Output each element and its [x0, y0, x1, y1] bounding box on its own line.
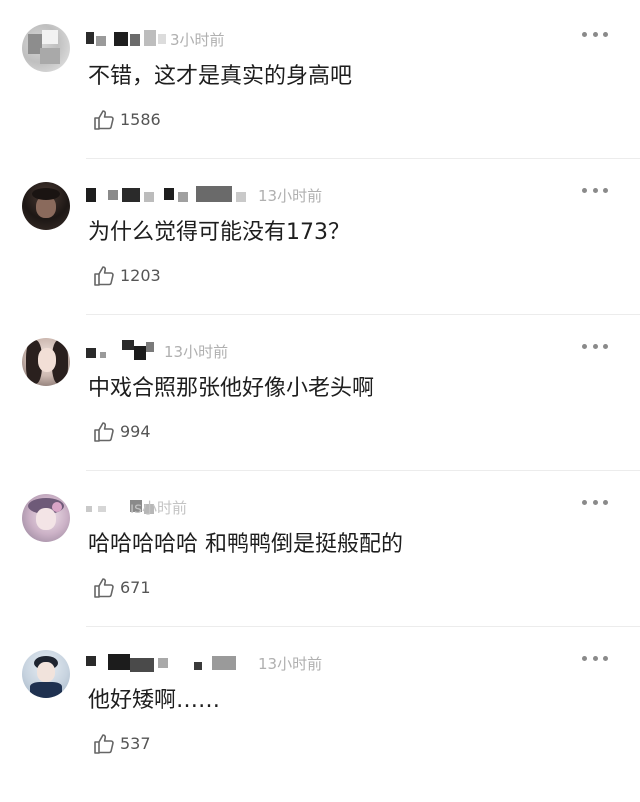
comment-item: 13小时前 为什么觉得可能没有173？ 1203 [0, 178, 640, 334]
thumbs-up-icon [94, 266, 114, 286]
like-button[interactable]: 1586 [92, 108, 161, 132]
divider [86, 314, 640, 315]
like-count: 994 [120, 422, 151, 441]
comment-item: 3小时前 不错，这才是真实的身高吧 1586 [0, 22, 640, 178]
avatar[interactable] [22, 494, 70, 542]
like-button[interactable]: 537 [92, 732, 151, 756]
divider [86, 470, 640, 471]
comment-timestamp: 13小时前 [258, 655, 323, 673]
comment-timestamp: 3小时前 [170, 31, 225, 49]
thumbs-up-icon [94, 578, 114, 598]
avatar[interactable] [22, 338, 70, 386]
thumbs-up-icon [94, 734, 114, 754]
like-count: 671 [120, 578, 151, 597]
comment-text: 他好矮啊…… [88, 688, 221, 713]
divider [86, 158, 640, 159]
more-options-icon[interactable] [582, 500, 608, 506]
like-count: 537 [120, 734, 151, 753]
username-blurred[interactable] [86, 184, 256, 206]
more-options-icon[interactable] [582, 344, 608, 350]
more-options-icon[interactable] [582, 656, 608, 662]
comment-timestamp: 13小时前 [258, 187, 323, 205]
comment-item: 13小时前 中戏合照那张他好像小老头啊 994 [0, 334, 640, 490]
comment-item: ıs小时前 哈哈哈哈哈 和鸭鸭倒是挺般配的 671 [0, 490, 640, 646]
comment-text: 中戏合照那张他好像小老头啊 [88, 376, 375, 401]
thumbs-up-icon [94, 422, 114, 442]
avatar[interactable] [22, 24, 70, 72]
username-blurred[interactable] [86, 340, 166, 362]
comment-text: 不错，这才是真实的身高吧 [88, 64, 353, 89]
comment-text: 为什么觉得可能没有173？ [88, 220, 350, 245]
comment-timestamp: 13小时前 [164, 343, 229, 361]
like-button[interactable]: 671 [92, 576, 151, 600]
thumbs-up-icon [94, 110, 114, 130]
more-options-icon[interactable] [582, 188, 608, 194]
comment-text: 哈哈哈哈哈 和鸭鸭倒是挺般配的 [88, 532, 403, 557]
like-count: 1586 [120, 110, 161, 129]
like-button[interactable]: 994 [92, 420, 151, 444]
comment-timestamp: ıs小时前 [130, 499, 187, 517]
avatar[interactable] [22, 182, 70, 230]
username-blurred[interactable] [86, 28, 176, 50]
like-count: 1203 [120, 266, 161, 285]
more-options-icon[interactable] [582, 32, 608, 38]
divider [86, 626, 640, 627]
username-blurred[interactable] [86, 652, 246, 674]
like-button[interactable]: 1203 [92, 264, 161, 288]
avatar[interactable] [22, 650, 70, 698]
